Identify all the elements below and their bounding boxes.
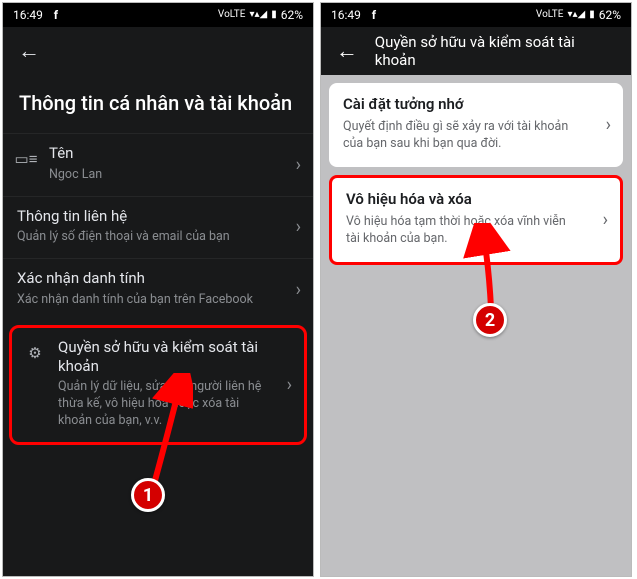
volte-icon: VoLTE xyxy=(218,10,246,20)
page-header: ← xyxy=(3,27,313,75)
deactivate-delete-card[interactable]: Vô hiệu hóa và xóa Vô hiệu hóa tạm thời … xyxy=(329,175,623,265)
chevron-right-icon: › xyxy=(606,114,611,135)
row-sub: Quản lý dữ liệu, sửa đổi người liên hệ t… xyxy=(58,379,264,430)
settings-sliders-icon: ⚙ xyxy=(24,342,46,364)
signal-icon: ▾▴◢ xyxy=(249,10,267,20)
identity-row[interactable]: Xác nhận danh tính Xác nhận danh tính củ… xyxy=(3,258,313,321)
phone-screen-left: 16:49 f VoLTE ▾▴◢ ▮ 62% ← Thông tin cá n… xyxy=(2,2,314,577)
ownership-control-row[interactable]: ⚙ Quyền sở hữu và kiểm soát tài khoản Qu… xyxy=(9,325,307,445)
row-title: Thông tin liên hệ xyxy=(17,207,273,226)
row-sub: Quyết định điều gì sẽ xảy ra với tài kho… xyxy=(343,119,583,153)
chevron-right-icon: › xyxy=(603,209,608,230)
row-title: Vô hiệu hóa và xóa xyxy=(346,190,580,208)
row-sub: Xác nhận danh tính của bạn trên Facebook xyxy=(17,292,273,309)
contact-info-row[interactable]: Thông tin liên hệ Quản lý số điện thoại … xyxy=(3,196,313,259)
status-right: VoLTE ▾▴◢ ▮ 62% xyxy=(218,8,303,22)
row-title: Xác nhận danh tính xyxy=(17,269,273,288)
row-sub: Vô hiệu hóa tạm thời hoặc xóa vĩnh viễn … xyxy=(346,214,580,248)
id-card-icon: ▭≡ xyxy=(15,148,37,170)
row-sub: Quản lý số điện thoại và email của bạn xyxy=(17,229,273,246)
row-sub: Ngoc Lan xyxy=(49,167,273,184)
status-left: 16:49 f xyxy=(13,8,63,22)
volte-icon: VoLTE xyxy=(536,10,564,20)
chevron-right-icon: › xyxy=(296,280,301,301)
status-bar: 16:49 f VoLTE ▾▴◢ ▮ 62% xyxy=(3,3,313,27)
signal-icon: ▾▴◢ xyxy=(567,10,585,20)
chevron-right-icon: › xyxy=(296,154,301,175)
battery-percent: 62% xyxy=(599,8,621,22)
page-header: ← Quyền sở hữu và kiểm soát tài khoản xyxy=(321,27,631,75)
page-title: Quyền sở hữu và kiểm soát tài khoản xyxy=(375,33,617,69)
battery-icon: ▮ xyxy=(271,10,277,20)
row-title: Cài đặt tưởng nhớ xyxy=(343,95,583,113)
phone-screen-right: 16:49 f VoLTE ▾▴◢ ▮ 62% ← Quyền sở hữu v… xyxy=(320,2,632,577)
facebook-icon: f xyxy=(367,8,381,22)
back-arrow-icon[interactable]: ← xyxy=(335,38,359,64)
facebook-icon: f xyxy=(49,8,63,22)
page-title: Thông tin cá nhân và tài khoản xyxy=(3,75,313,133)
status-left: 16:49 f xyxy=(331,8,381,22)
row-title: Tên xyxy=(49,144,273,163)
row-title: Quyền sở hữu và kiểm soát tài khoản xyxy=(58,338,264,376)
status-time: 16:49 xyxy=(13,8,43,22)
memorialization-card[interactable]: Cài đặt tưởng nhớ Quyết định điều gì sẽ … xyxy=(329,83,623,167)
status-right: VoLTE ▾▴◢ ▮ 62% xyxy=(536,8,621,22)
annotation-badge-2: 2 xyxy=(473,303,507,337)
status-time: 16:49 xyxy=(331,8,361,22)
annotation-badge-1: 1 xyxy=(131,478,165,512)
battery-percent: 62% xyxy=(281,8,303,22)
name-row[interactable]: ▭≡ Tên Ngoc Lan › xyxy=(3,133,313,196)
battery-icon: ▮ xyxy=(589,10,595,20)
status-bar: 16:49 f VoLTE ▾▴◢ ▮ 62% xyxy=(321,3,631,27)
chevron-right-icon: › xyxy=(296,217,301,238)
back-arrow-icon[interactable]: ← xyxy=(17,38,41,64)
chevron-right-icon: › xyxy=(287,374,292,395)
